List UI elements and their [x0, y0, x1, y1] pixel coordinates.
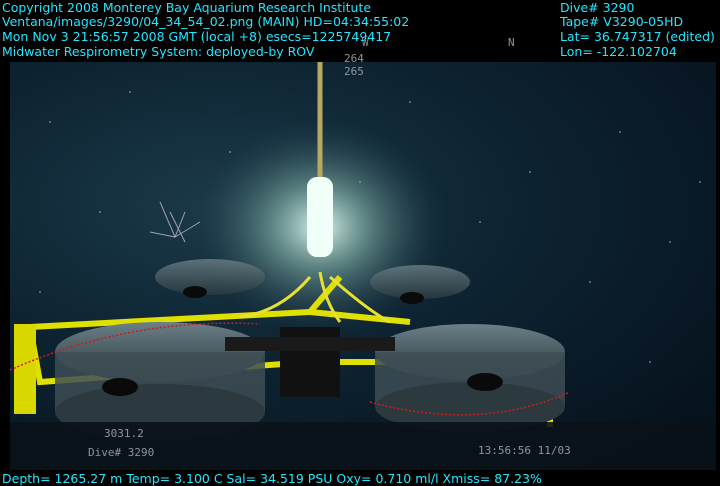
underwater-scene — [10, 62, 716, 470]
system-line: Midwater Respirometry System: deployed-b… — [2, 44, 315, 59]
lamp-housing — [307, 177, 333, 257]
camera-timecode: 13:56:56 11/03 — [478, 444, 571, 457]
latitude: Lat= 36.747317 (edited) — [560, 29, 715, 44]
camera-dive-label: Dive# 3290 — [88, 446, 155, 459]
altitude-readout: 3031.2 — [104, 427, 144, 440]
image-path-line: Ventana/images/3290/04_34_54_02.png (MAI… — [2, 14, 410, 29]
frame-post — [14, 324, 36, 414]
heading-readout-1: 264 — [344, 52, 364, 65]
tape-number: Tape# V3290-05HD — [560, 14, 684, 29]
copyright-line: Copyright 2008 Monterey Bay Aquarium Res… — [2, 0, 372, 15]
longitude: Lon= -122.102704 — [560, 44, 677, 59]
dive-number: Dive# 3290 — [560, 0, 635, 15]
telemetry-bar: Depth= 1265.27 m Temp= 3.100 C Sal= 34.5… — [2, 471, 542, 486]
heading-readout-2: 265 — [344, 65, 364, 78]
datetime-line: Mon Nov 3 21:56:57 2008 GMT (local +8) e… — [2, 29, 392, 44]
compass-n: N — [508, 36, 515, 49]
respirometry-illustration — [10, 62, 716, 470]
